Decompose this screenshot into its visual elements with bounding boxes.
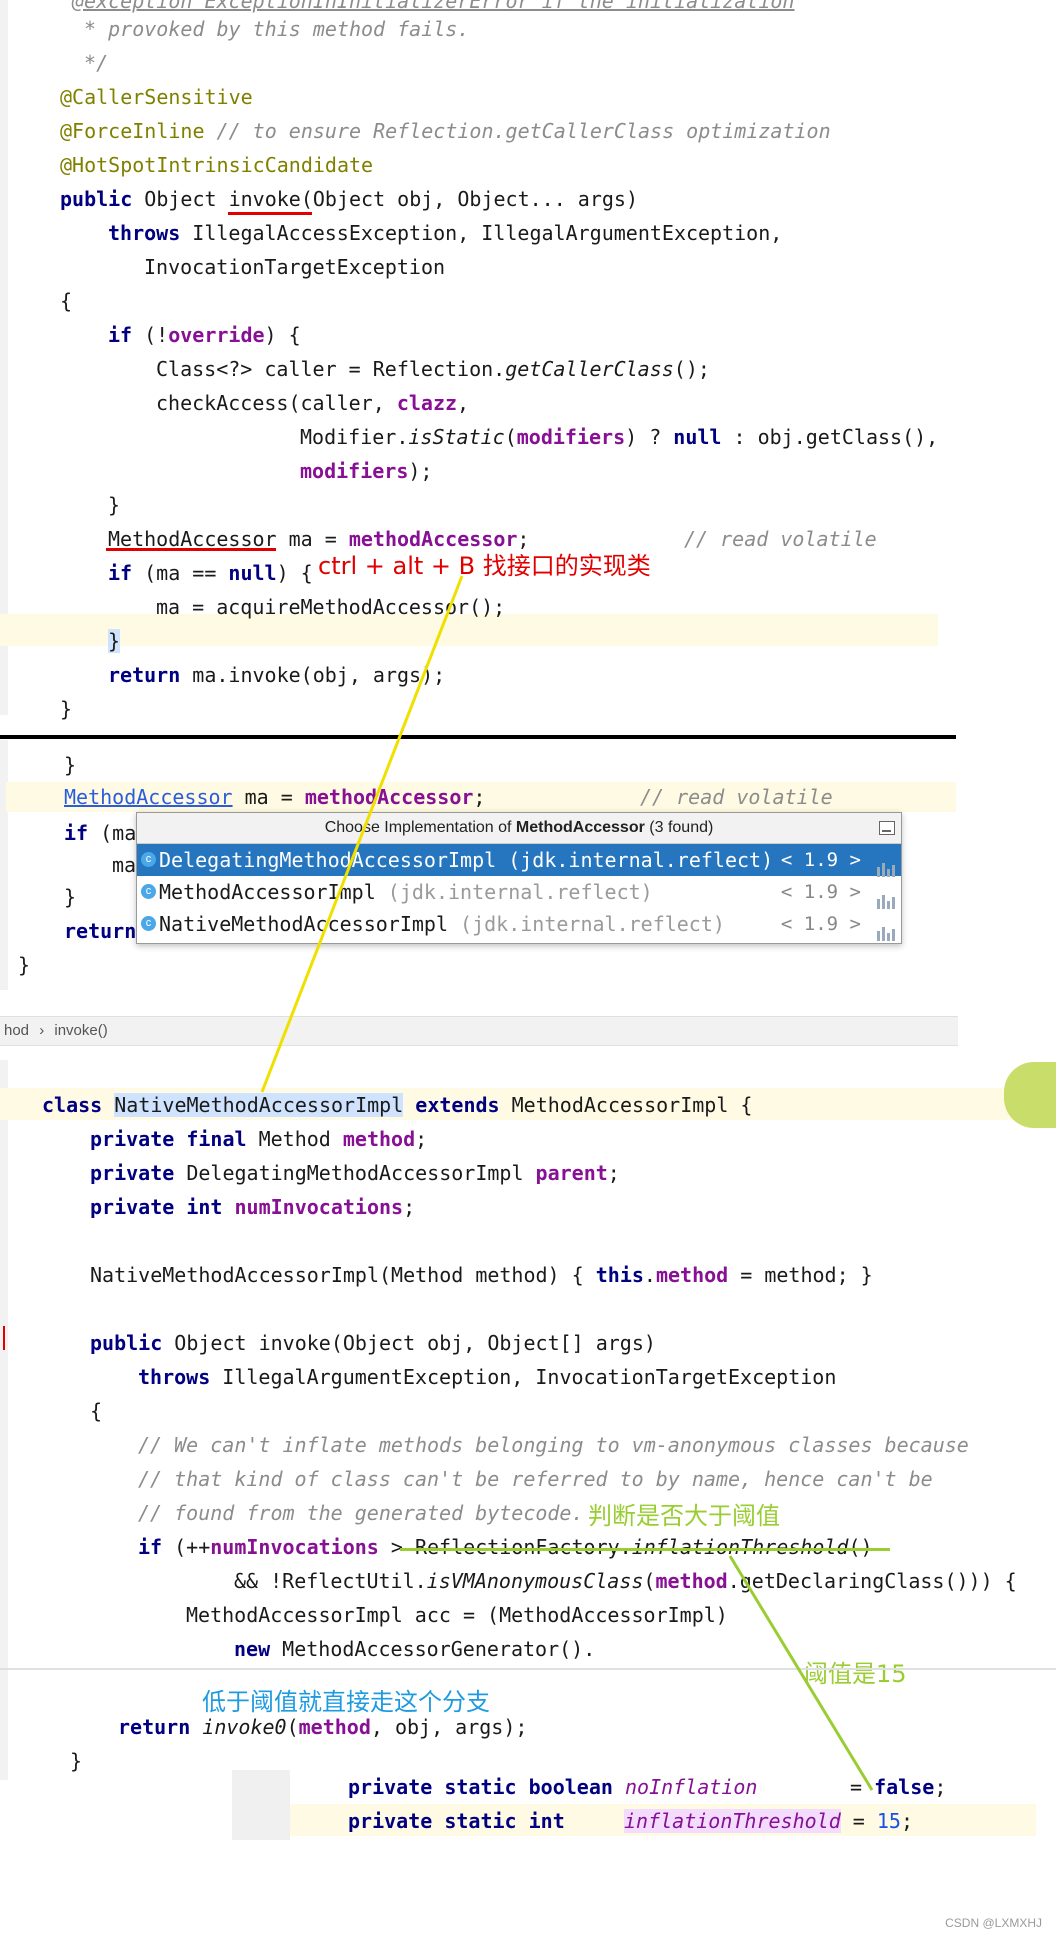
mascot-icon	[1004, 1062, 1056, 1128]
watermark: CSDN @LXMXHJ	[945, 1916, 1042, 1930]
green-arrow	[728, 1555, 874, 1791]
yellow-arrow	[260, 575, 464, 1093]
annotation-arrows	[3, 575, 874, 1791]
